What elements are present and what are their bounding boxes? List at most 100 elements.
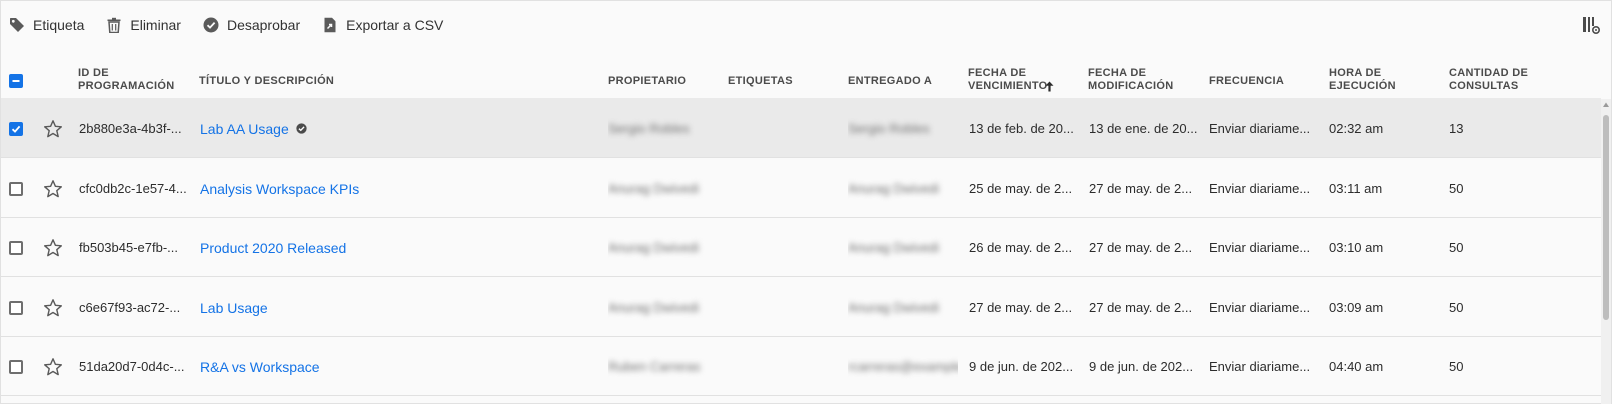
owner-cell: Sergio Robles [608,98,718,159]
star-icon [44,179,62,197]
minus-icon [12,80,20,82]
query-count-cell: 50 [1449,300,1464,315]
row-checkbox-box [9,240,23,255]
modified-date-cell: 27 de may. de 2... [1089,240,1193,255]
owner-name: Ruben Carreras [608,359,701,374]
column-header-due-date: FECHA DE VENCIMIENTO [968,67,1048,92]
column-header-tags[interactable]: ETIQUETAS [728,75,793,88]
modified-date-cell: 13 de ene. de 20... [1089,121,1198,136]
delivered-to-name: Anurag Dwivedi [848,300,940,315]
modified-date-cell: 27 de may. de 2... [1089,300,1193,315]
table-header: ID DE PROGRAMACIÓN TÍTULO Y DESCRIPCIÓN … [1,67,1601,99]
delivered-to-name: Sergio Robles [848,121,930,136]
column-header-frequency[interactable]: FRECUENCIA [1209,75,1284,88]
tag-button[interactable]: Etiqueta [9,11,84,39]
run-time-cell: 04:40 am [1329,359,1384,374]
column-header-modified-date[interactable]: FECHA DE MODIFICACIÓN [1088,67,1173,93]
title-cell: Analysis Workspace KPIs [200,158,600,219]
project-title-link[interactable]: Lab Usage [200,300,268,316]
delete-button[interactable]: Eliminar [106,11,181,39]
schedule-id-cell: c6e67f93-ac72-... [79,300,181,315]
row-checkbox[interactable] [9,217,23,278]
column-settings-icon[interactable] [1581,15,1601,35]
modified-date-cell: 9 de jun. de 202... [1089,359,1194,374]
column-header-query-count[interactable]: CANTIDAD DE CONSULTAS [1449,67,1528,93]
table-row[interactable]: cfc0db2c-1e57-4... Analysis Workspace KP… [1,158,1601,218]
schedule-id-cell: cfc0db2c-1e57-4... [79,181,187,196]
column-header-title[interactable]: TÍTULO Y DESCRIPCIÓN [199,75,334,88]
select-all-checkbox[interactable] [9,74,23,88]
select-all-checkbox-box [9,74,23,88]
table-row[interactable]: 51da20d7-0d4c-... R&A vs Workspace Ruben… [1,336,1601,396]
table-row[interactable]: c6e67f93-ac72-... Lab Usage Anurag Dwive… [1,277,1601,337]
schedule-id-cell: fb503b45-e7fb-... [79,240,179,255]
frequency-cell: Enviar diariame... [1209,121,1311,136]
action-toolbar: Etiqueta Eliminar Desaprobar Exportar a … [1,1,1612,49]
column-header-owner[interactable]: PROPIETARIO [608,75,686,88]
tag-icon [10,18,24,32]
star-icon [44,119,62,137]
owner-cell: Anurag Dwivedi [608,217,718,278]
project-title-link[interactable]: Analysis Workspace KPIs [200,181,359,197]
vertical-scrollbar-thumb[interactable] [1603,115,1609,320]
favorite-star-toggle[interactable] [43,98,63,159]
favorite-star-toggle[interactable] [43,158,63,219]
unapprove-button-label: Desaprobar [226,17,301,33]
column-header-id[interactable]: ID DE PROGRAMACIÓN [78,67,175,93]
delivered-to-cell: Anurag Dwivedi [848,158,958,219]
row-checkbox-box [9,121,23,136]
owner-name: Anurag Dwivedi [608,181,700,196]
row-checkbox-box [9,359,23,374]
delete-button-label: Eliminar [130,17,181,33]
unapprove-button[interactable]: Desaprobar [203,11,300,39]
frequency-cell: Enviar diariame... [1209,359,1311,374]
run-time-cell: 03:10 am [1329,240,1384,255]
delivered-to-name: rcarreras@example... [848,359,958,374]
query-count-cell: 50 [1449,181,1464,196]
due-date-cell: 9 de jun. de 202... [969,359,1074,374]
frequency-cell: Enviar diariame... [1209,240,1311,255]
favorite-star-toggle[interactable] [43,217,63,278]
table-row[interactable]: 2b880e3a-4b3f-... Lab AA Usage Sergio Ro… [1,98,1601,158]
owner-cell: Anurag Dwivedi [608,158,718,219]
row-checkbox-box [9,300,23,315]
delivered-to-cell: Sergio Robles [848,98,958,159]
export-file-icon [324,17,336,33]
run-time-cell: 03:11 am [1329,181,1383,196]
due-date-cell: 26 de may. de 2... [969,240,1073,255]
due-date-cell: 27 de may. de 2... [969,300,1073,315]
project-title-link[interactable]: Lab AA Usage [200,121,289,137]
column-header-due-date-wrap[interactable]: FECHA DE VENCIMIENTO [968,67,1054,93]
title-cell: Lab Usage [200,277,600,338]
table-row[interactable]: fb503b45-e7fb-... Product 2020 Released … [1,217,1601,277]
scheduled-projects-panel: Etiqueta Eliminar Desaprobar Exportar a … [0,0,1612,404]
row-checkbox[interactable] [9,158,23,219]
approved-check-icon [296,123,307,134]
project-title-link[interactable]: Product 2020 Released [200,240,346,256]
export-csv-button[interactable]: Exportar a CSV [322,11,443,39]
owner-name: Sergio Robles [608,121,690,136]
frequency-cell: Enviar diariame... [1209,300,1311,315]
project-title-link[interactable]: R&A vs Workspace [200,359,320,375]
delivered-to-name: Anurag Dwivedi [848,240,940,255]
favorite-star-toggle[interactable] [43,336,63,397]
column-header-delivered-to[interactable]: ENTREGADO A [848,75,932,88]
row-checkbox[interactable] [9,336,23,397]
row-checkbox[interactable] [9,277,23,338]
delivered-to-cell: Anurag Dwivedi [848,217,958,278]
column-header-run-time[interactable]: HORA DE EJECUCIÓN [1329,67,1396,93]
title-cell: Lab AA Usage [200,98,600,159]
star-icon [44,298,62,316]
star-icon [44,238,62,256]
row-checkbox[interactable] [9,98,23,159]
owner-cell: Ruben Carreras [608,336,718,397]
schedule-id-cell: 51da20d7-0d4c-... [79,359,185,374]
tag-button-label: Etiqueta [33,17,85,33]
query-count-cell: 50 [1449,359,1464,374]
query-count-cell: 13 [1449,121,1464,136]
query-count-cell: 50 [1449,240,1464,255]
star-icon [44,357,62,375]
scroll-up-arrow-icon[interactable] [1602,101,1610,109]
title-cell: Product 2020 Released [200,217,600,278]
favorite-star-toggle[interactable] [43,277,63,338]
